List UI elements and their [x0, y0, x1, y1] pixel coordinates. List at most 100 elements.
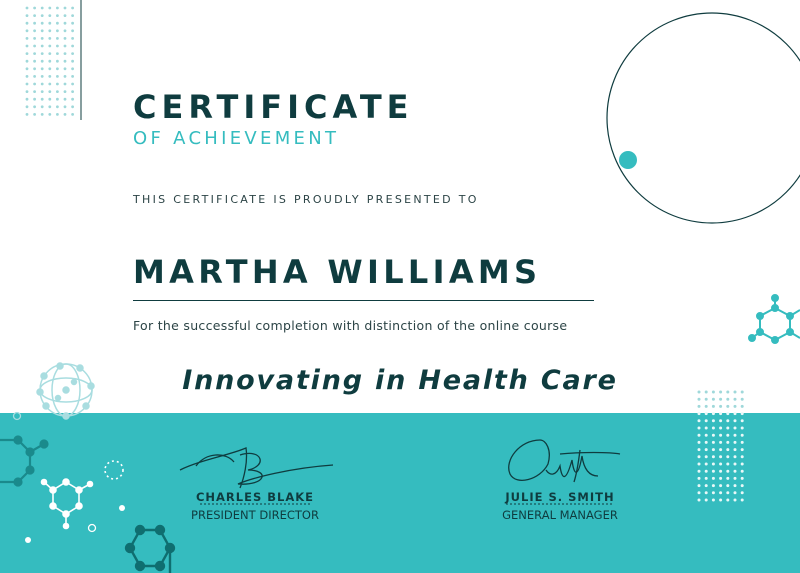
grid-dot — [25, 113, 29, 116]
grid-dot — [740, 469, 744, 473]
grid-dot — [740, 498, 744, 502]
grid-dot — [40, 6, 44, 10]
grid-dot — [71, 113, 74, 116]
grid-dot — [704, 440, 708, 444]
grid-dot — [733, 469, 737, 473]
grid-dot — [40, 105, 44, 109]
grid-dot — [25, 75, 29, 78]
grid-dot — [733, 476, 737, 480]
grid-dot — [733, 426, 737, 430]
signatory-role-2: GENERAL MANAGER — [502, 508, 618, 522]
grid-dot — [697, 469, 701, 473]
grid-dot — [697, 484, 701, 488]
grid-dot — [740, 412, 744, 416]
certificate: CERTIFICATE OF ACHIEVEMENT THIS CERTIFIC… — [0, 0, 800, 573]
grid-dot — [56, 44, 59, 48]
grid-dot — [48, 44, 52, 48]
grid-dot — [726, 426, 730, 430]
grid-dot — [33, 113, 36, 116]
grid-dot — [63, 105, 67, 109]
grid-dot — [40, 113, 44, 116]
grid-dot — [711, 462, 715, 466]
grid-dot — [33, 37, 36, 40]
grid-dot — [719, 426, 723, 430]
grid-dot — [719, 462, 723, 466]
grid-dot — [33, 52, 36, 55]
grid-dot — [740, 448, 744, 452]
grid-dot — [733, 412, 737, 416]
grid-dot — [33, 67, 36, 71]
grid-dot — [71, 82, 74, 86]
grid-dot — [71, 29, 74, 33]
grid-dot — [33, 21, 36, 25]
grid-dot — [40, 75, 44, 78]
grid-dot — [711, 469, 715, 473]
grid-dot — [733, 397, 737, 401]
grid-dot — [726, 498, 730, 502]
grid-dot — [726, 455, 730, 459]
grid-dot — [56, 21, 59, 25]
certificate-subtitle: OF ACHIEVEMENT — [133, 128, 340, 149]
grid-dot — [704, 433, 708, 437]
grid-dot — [719, 412, 723, 416]
grid-dot — [726, 448, 730, 452]
grid-dot — [711, 455, 715, 459]
grid-dot — [48, 29, 52, 33]
grid-dot — [719, 491, 723, 495]
grid-dot — [48, 82, 52, 86]
molecule-dot — [87, 523, 97, 533]
grid-dot — [48, 52, 52, 55]
grid-dot — [719, 433, 723, 437]
grid-dot — [740, 484, 744, 488]
grid-dot — [740, 419, 744, 423]
grid-dot — [719, 440, 723, 444]
grid-dot — [697, 498, 701, 502]
grid-dot — [48, 67, 52, 71]
grid-dot — [711, 433, 715, 437]
grid-dot — [726, 484, 730, 488]
grid-dot — [704, 498, 708, 502]
grid-dot — [40, 21, 44, 25]
grid-dot — [40, 82, 44, 86]
grid-dot — [704, 491, 708, 495]
grid-dot — [56, 75, 59, 78]
presented-to-text: THIS CERTIFICATE IS PROUDLY PRESENTED TO — [133, 193, 479, 206]
grid-dot — [711, 498, 715, 502]
grid-dot — [25, 29, 29, 33]
grid-dot — [711, 426, 715, 430]
grid-dot — [25, 67, 29, 71]
grid-dot — [48, 21, 52, 25]
grid-dot — [711, 419, 715, 423]
grid-dot — [63, 113, 67, 116]
recipient-name: MARTHA WILLIAMS — [133, 253, 542, 291]
grid-dot — [63, 21, 67, 25]
grid-dot — [697, 404, 701, 408]
grid-dot — [33, 75, 36, 78]
grid-dot — [25, 82, 29, 86]
grid-dot — [697, 426, 701, 430]
grid-dot — [71, 105, 74, 109]
grid-dot — [719, 404, 723, 408]
grid-dot — [25, 14, 29, 17]
molecule-dot — [12, 411, 22, 421]
signature-julie-smith — [508, 439, 621, 483]
grid-dot — [711, 397, 715, 401]
grid-dot — [63, 44, 67, 48]
grid-dot — [33, 59, 36, 63]
grid-dot — [704, 404, 708, 408]
grid-dot — [33, 82, 36, 86]
grid-dot — [71, 14, 74, 17]
grid-dot — [711, 412, 715, 416]
grid-dot — [704, 484, 708, 488]
grid-dot — [56, 14, 59, 17]
grid-dot — [740, 440, 744, 444]
grid-dot — [63, 97, 67, 101]
grid-dot — [740, 462, 744, 466]
grid-dot — [25, 90, 29, 93]
grid-dot — [48, 37, 52, 40]
grid-dot — [697, 397, 701, 401]
grid-dot — [25, 105, 29, 109]
grid-dot — [719, 484, 723, 488]
grid-dot — [33, 29, 36, 33]
grid-dot — [697, 455, 701, 459]
